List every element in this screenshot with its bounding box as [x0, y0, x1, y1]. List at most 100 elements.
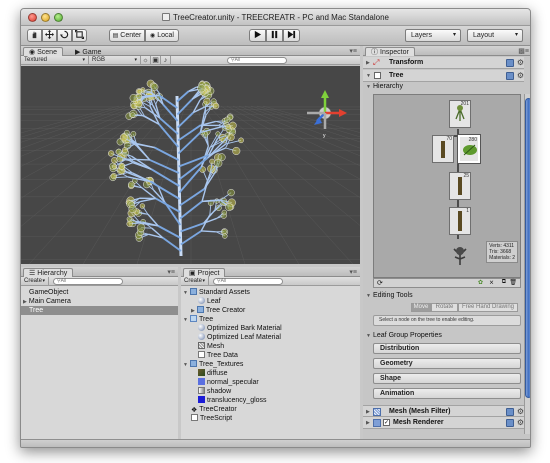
tab-inspector[interactable]: ⓘ Inspector — [365, 47, 415, 56]
hierarchy-item[interactable]: GameObject — [21, 288, 178, 297]
collapse-triangle-icon[interactable]: ▼ — [183, 317, 188, 323]
gear-icon[interactable]: ⚙ — [517, 57, 524, 69]
add-leaf-icon[interactable]: ✿ — [478, 279, 483, 286]
project-item[interactable]: Tree Data — [181, 351, 360, 360]
expand-triangle-icon[interactable]: ▶ — [366, 417, 370, 429]
tree-component-header[interactable]: ▼ Tree ⚙ — [363, 70, 524, 82]
lock-icon[interactable]: ▩≡ — [518, 47, 529, 55]
project-item[interactable]: translucency_gloss — [181, 396, 360, 405]
collapse-triangle-icon[interactable]: ▼ — [366, 82, 371, 92]
render-mode-dropdown[interactable]: Textured ▾ — [21, 56, 89, 65]
mesh-filter-component-header[interactable]: ▶ Mesh (Mesh Filter) ⚙ — [363, 405, 524, 417]
scene-viewport[interactable]: y — [21, 66, 360, 264]
project-item[interactable]: ▼ Standard Assets — [181, 288, 360, 297]
enabled-checkbox[interactable] — [374, 72, 381, 79]
tree-node-branch[interactable]: 25 — [449, 172, 471, 200]
panel-menu-icon[interactable]: ▾≡ — [349, 47, 357, 55]
pause-button[interactable] — [266, 29, 283, 42]
project-item[interactable]: Mesh — [181, 342, 360, 351]
refresh-icon[interactable]: ⟳ — [377, 279, 383, 287]
mesh-renderer-component-header[interactable]: ▶ ✓ Mesh Renderer ⚙ — [363, 417, 524, 429]
tree-node-branch[interactable]: 70 — [432, 135, 454, 163]
tree-hierarchy-header[interactable]: ▼ Hierarchy — [363, 82, 524, 92]
project-search-input[interactable]: ⚲All — [213, 278, 283, 285]
color-mode-dropdown[interactable]: RGB ▾ — [89, 56, 141, 65]
help-book-icon[interactable] — [506, 408, 514, 416]
hand-tool-button[interactable] — [27, 29, 42, 42]
scale-tool-button[interactable] — [72, 29, 87, 42]
expand-triangle-icon[interactable]: ▶ — [366, 57, 370, 69]
collapse-triangle-icon[interactable]: ▼ — [366, 331, 371, 341]
tree-model[interactable] — [107, 79, 244, 257]
geometry-section-button[interactable]: Geometry — [373, 358, 521, 369]
help-book-icon[interactable] — [506, 59, 514, 67]
project-item[interactable]: TreeScript — [181, 414, 360, 423]
inspector-scrollbar[interactable] — [524, 94, 530, 434]
layers-dropdown[interactable]: Layers ▾ — [405, 29, 461, 42]
step-button[interactable] — [283, 29, 300, 42]
scene-canvas[interactable]: y — [21, 66, 360, 264]
expand-triangle-icon[interactable]: ▶ — [191, 308, 195, 314]
play-button[interactable] — [249, 29, 266, 42]
leaf-group-properties-header[interactable]: ▼ Leaf Group Properties — [363, 331, 524, 341]
project-create-dropdown[interactable]: Create ▾ — [181, 277, 209, 286]
project-item[interactable]: shadow — [181, 387, 360, 396]
project-item[interactable]: Optimized Leaf Material — [181, 333, 360, 342]
tree-node-root[interactable]: 201 — [449, 100, 471, 128]
hierarchy-search-input[interactable]: ⚲All — [53, 278, 123, 285]
project-item[interactable]: ❖ TreeCreator — [181, 405, 360, 414]
collapse-triangle-icon[interactable]: ▼ — [366, 70, 371, 82]
rotate-tool-button[interactable] — [57, 29, 72, 42]
gear-icon[interactable]: ⚙ — [517, 70, 524, 82]
collapse-triangle-icon[interactable]: ▼ — [183, 290, 188, 296]
project-item[interactable]: ▼ Tree_Textures — [181, 360, 360, 369]
tab-hierarchy[interactable]: ☰ Hierarchy — [23, 268, 74, 277]
free-hand-drawing-toggle[interactable]: Free Hand Drawing — [458, 303, 518, 312]
add-branch-icon[interactable]: ⨯ — [489, 279, 494, 286]
project-item[interactable]: Leaf — [181, 297, 360, 306]
tab-game[interactable]: ▶ Game — [69, 47, 107, 56]
tree-node-leaf-selected[interactable]: 280 — [458, 135, 480, 163]
project-item[interactable]: ▶ Tree Creator — [181, 306, 360, 315]
audio-toggle[interactable]: ♪ — [161, 56, 171, 65]
project-item[interactable]: ▼ Tree — [181, 315, 360, 324]
duplicate-icon[interactable]: ⧉ — [502, 279, 506, 286]
hierarchy-create-dropdown[interactable]: Create ▾ — [21, 277, 49, 286]
shape-section-button[interactable]: Shape — [373, 373, 521, 384]
tree-node-root-base[interactable] — [449, 242, 471, 270]
editing-tools-header[interactable]: ▼ Editing Tools — [363, 291, 524, 301]
gear-icon[interactable]: ⚙ — [517, 417, 524, 429]
effects-toggle[interactable]: ▣ — [151, 56, 161, 65]
project-item[interactable]: normal_specular — [181, 378, 360, 387]
layout-dropdown[interactable]: Layout ▾ — [467, 29, 523, 42]
transform-component-header[interactable]: ▶ ⤢ Transform ⚙ — [363, 57, 524, 69]
enabled-checkbox[interactable]: ✓ — [383, 419, 390, 426]
trash-icon[interactable]: 🗑 — [509, 279, 517, 286]
hierarchy-item[interactable]: ▶ Main Camera — [21, 297, 178, 306]
inspector-scroll-thumb[interactable] — [525, 98, 530, 398]
scene-gizmo[interactable]: y — [307, 90, 347, 139]
tab-scene[interactable]: ◉ Scene — [23, 47, 63, 56]
collapse-triangle-icon[interactable]: ▼ — [366, 291, 371, 301]
tree-node-trunk[interactable]: 1 — [449, 207, 471, 235]
collapse-triangle-icon[interactable]: ▼ — [183, 362, 188, 368]
help-book-icon[interactable] — [506, 419, 514, 427]
tab-project[interactable]: ▣ Project — [183, 268, 226, 277]
pivot-local-toggle[interactable]: ◉ Local — [145, 29, 179, 42]
scene-search-input[interactable]: ⚲All — [227, 57, 287, 64]
expand-triangle-icon[interactable]: ▶ — [23, 299, 27, 305]
rotate-tool-toggle[interactable]: Rotate — [431, 303, 458, 312]
move-tool-toggle[interactable]: Move — [411, 303, 431, 312]
panel-menu-icon[interactable]: ▾≡ — [349, 268, 357, 276]
tree-hierarchy-view[interactable]: 201 70 280 25 1 Verts: 4311 Tris: 3668 M… — [373, 94, 521, 278]
hierarchy-item-selected[interactable]: Tree — [21, 306, 178, 315]
animation-section-button[interactable]: Animation — [373, 388, 521, 399]
move-tool-button[interactable] — [42, 29, 57, 42]
panel-menu-icon[interactable]: ▾≡ — [167, 268, 175, 276]
project-item[interactable]: diffuse — [181, 369, 360, 378]
help-book-icon[interactable] — [506, 72, 514, 80]
project-item[interactable]: Optimized Bark Material — [181, 324, 360, 333]
pivot-center-toggle[interactable]: ▤ Center — [109, 29, 145, 42]
distribution-section-button[interactable]: Distribution — [373, 343, 521, 354]
lighting-toggle[interactable]: ☼ — [141, 56, 151, 65]
